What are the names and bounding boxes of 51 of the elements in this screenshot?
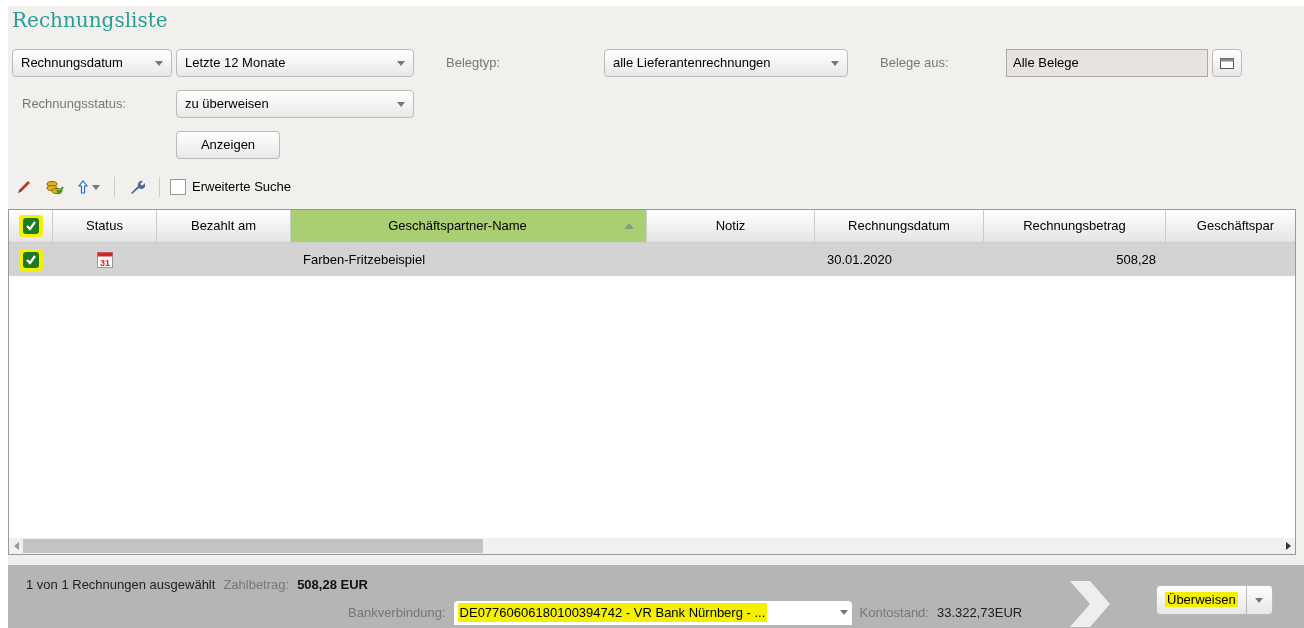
column-header[interactable]: Rechnungsbetrag (984, 210, 1166, 243)
caret-icon (831, 60, 839, 66)
column-header[interactable]: Status (53, 210, 157, 243)
scroll-right-icon[interactable] (1285, 542, 1291, 550)
calendar-button[interactable] (1212, 49, 1242, 77)
payment-amount: 508,28 EUR (297, 576, 368, 594)
sort-ascending-icon (624, 223, 634, 229)
table-row[interactable]: 31 Farben-Fritzebeispiel 30.01.2020 508,28 (9, 243, 1295, 276)
table-cell: 508,28 (1116, 251, 1156, 267)
balance-amount: 33.322,73EUR (936, 603, 1023, 622)
date-field-dropdown[interactable]: Rechnungsdatum (12, 49, 172, 77)
show-button[interactable]: Anzeigen (176, 131, 280, 159)
status-dropdown[interactable]: zu überweisen (176, 90, 414, 118)
status-label: Rechnungsstatus: (21, 95, 128, 114)
caret-icon (92, 184, 100, 190)
column-header[interactable]: Notiz (647, 210, 815, 243)
period-dropdown[interactable]: Letzte 12 Monate (176, 49, 414, 77)
scrollbar-thumb[interactable] (23, 539, 483, 553)
caret-icon (397, 101, 405, 107)
wrench-icon[interactable] (129, 179, 145, 195)
checkbox[interactable] (22, 218, 39, 234)
balance-label: Kontostand: (859, 603, 929, 622)
page-title: Rechnungsliste (11, 7, 168, 34)
doc-type-dropdown[interactable]: alle Lieferantenrechnungen (604, 49, 848, 77)
doc-type-label: Belegtyp: (446, 54, 502, 73)
table-cell: 30.01.2020 (827, 251, 893, 267)
chevron-icon (1070, 581, 1110, 627)
caret-icon (397, 60, 405, 66)
extended-search-label: Erweiterte Suche (192, 178, 291, 197)
window-icon (1220, 57, 1234, 69)
arrow-up-icon (78, 180, 88, 194)
export-menu-button[interactable] (78, 180, 100, 194)
column-header[interactable]: Bezahlt am (157, 210, 291, 243)
selection-summary: 1 von 1 Rechnungen ausgewählt (26, 576, 216, 594)
caret-icon (1255, 597, 1264, 603)
caret-icon (839, 610, 848, 615)
column-header[interactable]: Geschäftspartner-Name (291, 210, 647, 243)
coins-icon[interactable] (46, 179, 64, 195)
payment-label: Zahlbetrag: (223, 576, 290, 594)
source-label: Belege aus: (880, 54, 950, 73)
scroll-left-icon[interactable] (13, 542, 19, 550)
checkbox[interactable] (23, 251, 39, 268)
column-header[interactable]: Rechnungsdatum (815, 210, 984, 243)
caret-icon (155, 60, 163, 66)
table-cell: Farben-Fritzebeispiel (303, 251, 426, 267)
pencil-icon[interactable] (16, 179, 32, 195)
extended-search-checkbox[interactable] (170, 179, 186, 195)
source-field[interactable]: Alle Belege (1006, 49, 1208, 77)
bank-account-dropdown[interactable]: DE07760606180100394742 - VR Bank Nürnberg - ... (453, 600, 852, 625)
calendar-icon: 31 (97, 251, 113, 268)
bank-label: Bankverbindung: (348, 603, 446, 622)
